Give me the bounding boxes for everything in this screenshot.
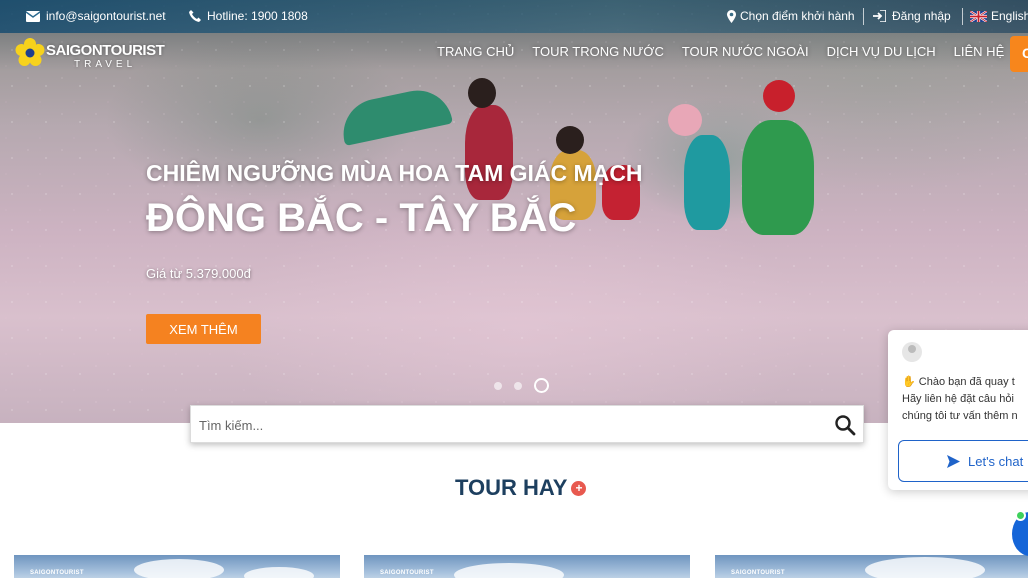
hero-figure-head (763, 80, 795, 112)
nav-item-international-tours[interactable]: TOUR NƯỚC NGOÀI (682, 44, 809, 59)
hero-figure-head (468, 78, 496, 108)
search-bar (190, 405, 864, 443)
hero-figure (742, 120, 814, 235)
hero-title: ĐÔNG BẮC - TÂY BẮC (146, 196, 577, 240)
logo-sub: TRAVEL (74, 59, 137, 70)
chat-line-text: Chào bạn đã quay t (918, 376, 1015, 388)
section-title-text: TOUR HAY (455, 475, 568, 500)
lets-chat-label: Let's chat (968, 453, 1024, 469)
slider-dot-2[interactable] (514, 381, 522, 390)
hero-price: Giá từ 5.379.000đ (146, 266, 251, 281)
chat-line: ✋ Chào bạn đã quay t (902, 374, 1028, 391)
top-bar: info@saigontourist.net Hotline: 1900 180… (0, 0, 1028, 33)
cloud-decoration (865, 557, 985, 578)
uk-flag-icon (970, 10, 987, 22)
chat-line: Hãy liên hệ đặt câu hỏi (902, 393, 1014, 405)
logo-flower-icon (15, 38, 45, 66)
nav-item-home[interactable]: TRANG CHỦ (437, 44, 514, 59)
lets-chat-button[interactable]: Let's chat (898, 440, 1028, 482)
nav-cta-button[interactable]: C (1010, 36, 1028, 72)
hero-figure (684, 135, 730, 230)
agent-avatar (902, 342, 922, 362)
hotline-link[interactable]: Hotline: 1900 1808 (189, 9, 308, 23)
language-text: English (991, 9, 1028, 23)
tour-card[interactable]: SAIGONTOURIST (14, 555, 340, 578)
hero-figure-head (668, 104, 702, 136)
slider-dot-1[interactable] (494, 381, 502, 390)
slider-dots (494, 378, 549, 393)
nav-item-domestic-tours[interactable]: TOUR TRONG NƯỚC (532, 44, 664, 59)
card-logo: SAIGONTOURIST (30, 570, 84, 576)
login-text: Đăng nhập (892, 9, 951, 23)
tour-card[interactable]: SAIGONTOURIST (715, 555, 1028, 578)
cloud-decoration (134, 559, 224, 578)
cloud-decoration (244, 567, 314, 578)
hero-figure-head (556, 126, 584, 154)
hero-figure (337, 84, 453, 146)
waving-hand-icon: ✋ (902, 376, 916, 388)
sign-in-icon (873, 10, 886, 22)
chat-line: chúng tôi tư vấn thêm n (902, 410, 1018, 422)
departure-select[interactable]: Chọn điểm khởi hành (727, 9, 855, 23)
email-link[interactable]: info@saigontourist.net (26, 9, 166, 23)
cloud-decoration (454, 563, 564, 578)
logo-name: SAIGONTOURIST (46, 42, 165, 59)
hero-subtitle: CHIÊM NGƯỠNG MÙA HOA TAM GIÁC MẠCH (146, 160, 643, 186)
send-icon (947, 454, 960, 468)
slider-dot-3[interactable] (534, 378, 549, 393)
brand-logo[interactable]: SAIGONTOURIST TRAVEL (14, 37, 165, 71)
tour-card[interactable]: SAIGONTOURIST (364, 555, 690, 578)
card-logo: SAIGONTOURIST (380, 570, 434, 576)
departure-text: Chọn điểm khởi hành (740, 9, 855, 23)
section-title: TOUR HAY + (455, 475, 587, 501)
chat-message: ✋ Chào bạn đã quay t Hãy liên hệ đặt câu… (902, 374, 1028, 425)
see-more-button[interactable]: XEM THÊM (146, 314, 261, 344)
main-nav: TRANG CHỦ TOUR TRONG NƯỚC TOUR NƯỚC NGOÀ… (437, 44, 1004, 59)
nav-item-contact[interactable]: LIÊN HỆ (954, 44, 1005, 59)
phone-icon (189, 10, 201, 22)
online-status-dot (1015, 510, 1026, 521)
page: info@saigontourist.net Hotline: 1900 180… (0, 0, 1028, 578)
search-input[interactable] (199, 414, 819, 436)
map-marker-icon (727, 9, 736, 23)
hotline-text: Hotline: 1900 1808 (207, 9, 308, 23)
card-logo: SAIGONTOURIST (731, 570, 785, 576)
login-link[interactable]: Đăng nhập (873, 9, 951, 23)
nav-item-travel-services[interactable]: DỊCH VỤ DU LỊCH (827, 44, 936, 59)
email-text: info@saigontourist.net (46, 9, 166, 23)
language-select[interactable]: English (970, 9, 1028, 23)
envelope-icon (26, 10, 40, 22)
divider (863, 8, 864, 25)
plus-icon: + (571, 480, 587, 496)
divider (962, 8, 963, 25)
chat-widget: ✋ Chào bạn đã quay t Hãy liên hệ đặt câu… (888, 330, 1028, 490)
search-icon[interactable] (833, 413, 857, 437)
